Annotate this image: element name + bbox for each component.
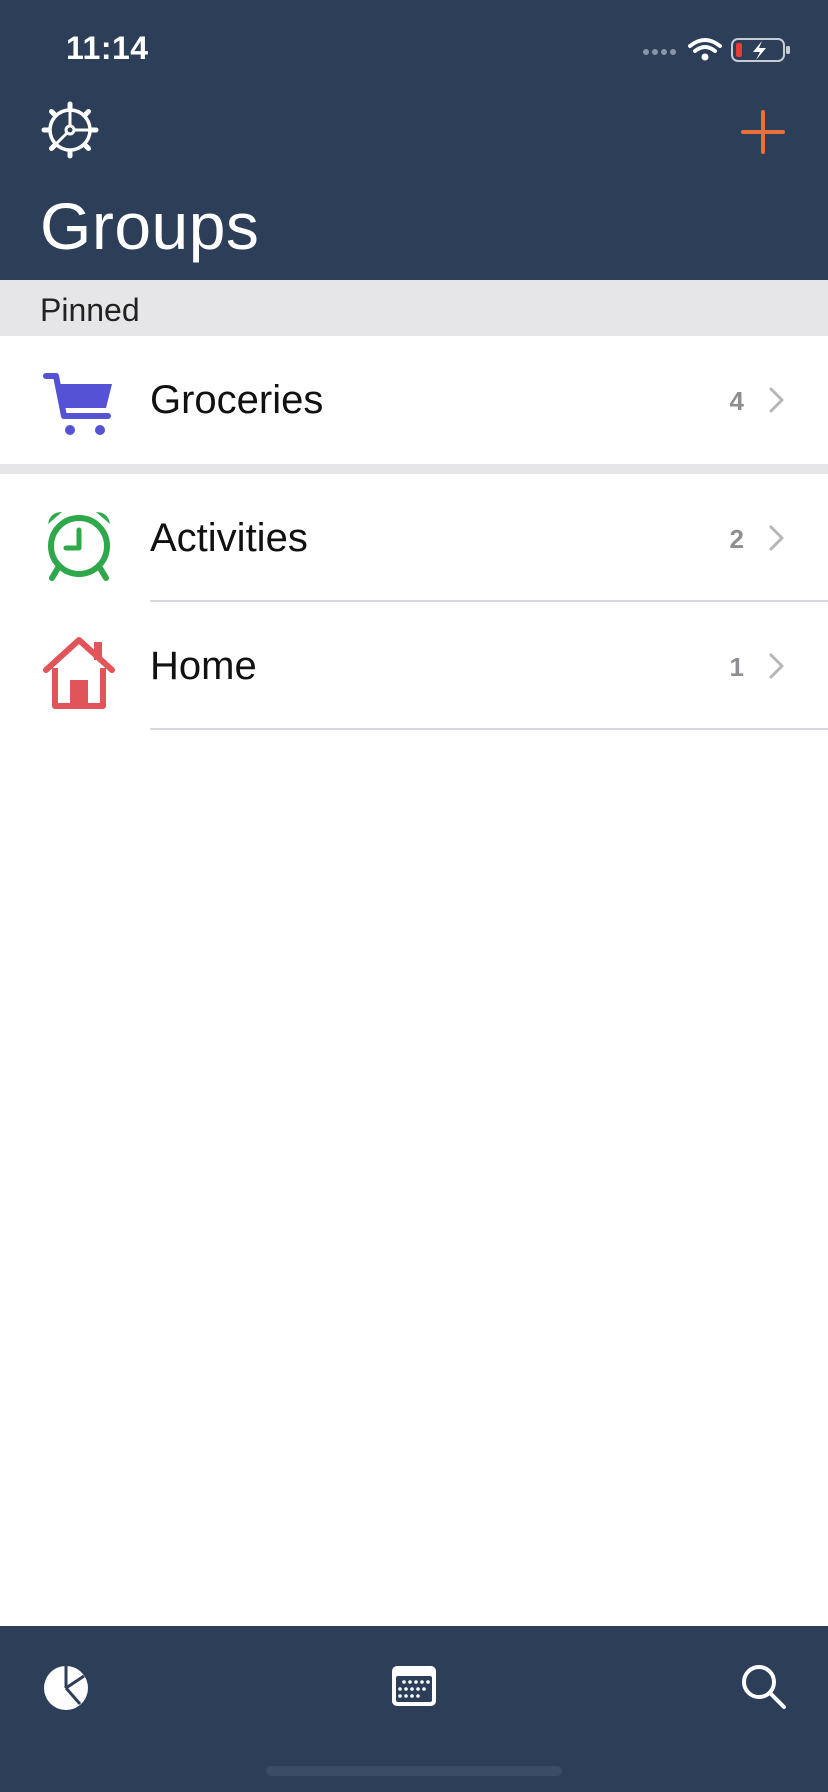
status-time: 11:14 [66, 30, 149, 66]
house-icon [42, 636, 116, 710]
group-label: Activities [150, 516, 308, 560]
tab-statistics[interactable] [40, 1660, 92, 1712]
tab-search[interactable] [738, 1660, 790, 1712]
group-label: Home [150, 644, 257, 688]
section-header-pinned: Pinned [0, 280, 828, 336]
chevron-right-icon [768, 524, 786, 552]
cart-icon [42, 370, 116, 444]
chevron-right-icon [768, 652, 786, 680]
settings-button[interactable] [40, 100, 100, 160]
item-count: 1 [729, 652, 744, 682]
tab-calendar[interactable] [388, 1660, 440, 1712]
section-label: Pinned [40, 292, 140, 328]
header: 11:14 Groups [0, 0, 828, 280]
item-count: 4 [729, 386, 744, 416]
page-title: Groups [40, 189, 260, 263]
home-indicator [266, 1766, 562, 1776]
plus-icon [741, 110, 785, 154]
alarm-clock-icon [42, 508, 116, 582]
calendar-icon [392, 1666, 436, 1706]
group-label: Groceries [150, 378, 324, 422]
pie-chart-icon [44, 1666, 88, 1710]
status-icons [638, 34, 798, 64]
group-row-activities[interactable]: Activities 2 [0, 474, 828, 602]
item-count: 2 [729, 524, 744, 554]
search-icon [742, 1665, 786, 1709]
chevron-right-icon [768, 386, 786, 414]
group-row-home[interactable]: Home 1 [0, 602, 828, 730]
section-gap [0, 464, 828, 474]
gear-icon [41, 101, 99, 159]
row-divider [150, 728, 828, 730]
signal-wifi-battery-icon [643, 38, 790, 62]
tab-bar [0, 1626, 828, 1792]
group-row-groceries[interactable]: Groceries 4 [0, 336, 828, 464]
add-group-button[interactable] [738, 100, 788, 160]
